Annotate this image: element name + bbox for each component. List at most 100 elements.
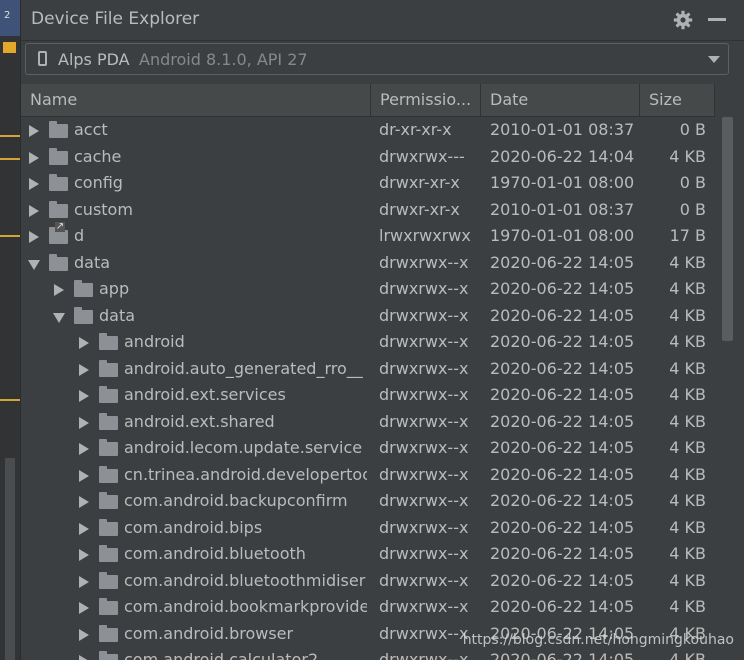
collapsed-arrow-icon[interactable] bbox=[79, 390, 89, 402]
table-row[interactable]: android drwxrwx--x 2020-06-22 14:05 4 KB bbox=[21, 329, 715, 356]
table-row[interactable]: data drwxrwx--x 2020-06-22 14:05 4 KB bbox=[21, 250, 715, 277]
collapsed-arrow-icon[interactable] bbox=[79, 549, 89, 561]
table-row[interactable]: android.ext.shared drwxrwx--x 2020-06-22 1… bbox=[21, 409, 715, 436]
file-size: 0 B bbox=[679, 199, 706, 219]
file-permissions: drwxrwx--x bbox=[379, 623, 469, 643]
file-date: 2020-06-22 14:05 bbox=[490, 650, 635, 660]
file-date: 1970-01-01 08:00 bbox=[490, 173, 635, 192]
column-header-size[interactable]: Size bbox=[640, 84, 715, 116]
table-row[interactable]: cache drwxrwx--- 2020-06-22 14:04 4 KB bbox=[21, 144, 715, 171]
file-name: android.auto_generated_rro__ bbox=[124, 358, 363, 378]
expanded-arrow-icon[interactable] bbox=[28, 259, 40, 270]
collapsed-arrow-icon[interactable] bbox=[79, 443, 89, 455]
table-row[interactable]: com.android.bips drwxrwx--x 2020-06-22 14:… bbox=[21, 515, 715, 542]
folder-icon bbox=[99, 518, 118, 536]
table-row[interactable]: com.android.backupconfirm drwxrwx--x 2020-… bbox=[21, 488, 715, 515]
folder-link-icon bbox=[49, 222, 68, 244]
file-permissions: drwxrwx--x bbox=[379, 438, 469, 457]
folder-icon bbox=[99, 439, 118, 456]
folder-icon bbox=[99, 333, 118, 350]
collapsed-arrow-icon[interactable] bbox=[29, 178, 39, 190]
gutter-scrollbar[interactable] bbox=[5, 458, 15, 660]
collapsed-arrow-icon[interactable] bbox=[79, 496, 89, 508]
file-name: android.lecom.update.service bbox=[124, 438, 363, 457]
file-size: 4 KB bbox=[669, 305, 706, 325]
column-header-date[interactable]: Date bbox=[481, 84, 640, 116]
file-date: 2020-06-22 14:05 bbox=[490, 597, 635, 616]
gutter-marker bbox=[0, 235, 20, 237]
file-date: 2020-06-22 14:05 bbox=[490, 517, 635, 537]
table-row[interactable]: com.android.calculator2 drwxrwx--x 2020-06… bbox=[21, 647, 715, 660]
table-row[interactable]: com.android.bookmarkprovide drwxrwx--x 202… bbox=[21, 594, 715, 621]
device-selector[interactable]: Alps PDA Android 8.1.0, API 27 bbox=[25, 43, 729, 75]
file-size: 4 KB bbox=[669, 570, 706, 590]
file-name: android.ext.services bbox=[124, 385, 286, 404]
collapsed-arrow-icon[interactable] bbox=[29, 151, 39, 164]
file-date: 2020-06-22 14:05 bbox=[490, 252, 635, 272]
collapsed-arrow-icon[interactable] bbox=[79, 363, 89, 376]
file-permissions: drwxrwx--x bbox=[379, 517, 469, 537]
file-size: 4 KB bbox=[669, 650, 706, 660]
folder-icon bbox=[99, 598, 118, 615]
collapsed-arrow-icon[interactable] bbox=[79, 602, 89, 614]
folder-icon bbox=[74, 306, 93, 324]
panel-title: Device File Explorer bbox=[31, 9, 200, 29]
file-permissions: dr-xr-xr-x bbox=[379, 120, 452, 139]
file-permissions: drwxrwx--- bbox=[379, 146, 465, 166]
gutter-marker-box bbox=[3, 42, 16, 53]
file-date: 2020-06-22 14:05 bbox=[490, 279, 635, 298]
collapsed-arrow-icon[interactable] bbox=[79, 337, 89, 349]
collapsed-arrow-icon[interactable] bbox=[79, 416, 89, 429]
file-size: 4 KB bbox=[669, 491, 706, 510]
file-name: android bbox=[124, 332, 185, 351]
collapsed-arrow-icon[interactable] bbox=[29, 204, 39, 217]
collapsed-arrow-icon[interactable] bbox=[79, 522, 89, 535]
file-name: com.android.calculator2 bbox=[124, 650, 319, 660]
table-row[interactable]: android.ext.services drwxrwx--x 2020-06-22… bbox=[21, 382, 715, 409]
table-row[interactable]: data drwxrwx--x 2020-06-22 14:05 4 KB bbox=[21, 303, 715, 330]
file-size: 17 B bbox=[669, 226, 706, 245]
folder-icon bbox=[99, 412, 118, 430]
collapsed-arrow-icon[interactable] bbox=[29, 231, 39, 243]
table-row[interactable]: com.android.bluetooth drwxrwx--x 2020-06-2… bbox=[21, 541, 715, 568]
folder-icon bbox=[49, 147, 68, 165]
collapsed-arrow-icon[interactable] bbox=[29, 125, 39, 137]
file-date: 2020-06-22 14:05 bbox=[490, 570, 635, 590]
column-header-permissions[interactable]: Permissio... bbox=[371, 84, 481, 116]
phone-icon bbox=[38, 51, 47, 66]
minimize-icon[interactable] bbox=[708, 18, 726, 21]
collapsed-arrow-icon[interactable] bbox=[54, 284, 64, 296]
chevron-down-icon[interactable] bbox=[708, 56, 720, 63]
folder-icon bbox=[49, 200, 68, 218]
table-row[interactable]: config drwxr-xr-x 1970-01-01 08:00 0 B bbox=[21, 170, 715, 197]
gear-icon[interactable] bbox=[673, 10, 693, 30]
file-name: android.ext.shared bbox=[124, 411, 275, 431]
table-row[interactable]: d lrwxrwxrwx 1970-01-01 08:00 17 B bbox=[21, 222, 715, 250]
collapsed-arrow-icon[interactable] bbox=[79, 575, 89, 588]
file-name: acct bbox=[74, 120, 108, 139]
table-row[interactable]: app drwxrwx--x 2020-06-22 14:05 4 KB bbox=[21, 276, 715, 303]
file-name: com.android.bluetoothmidiser bbox=[124, 570, 366, 590]
collapsed-arrow-icon[interactable] bbox=[79, 469, 89, 482]
folder-icon bbox=[99, 386, 118, 403]
table-row[interactable]: android.lecom.update.service drwxrwx--x 20… bbox=[21, 435, 715, 462]
column-header-name[interactable]: Name bbox=[21, 84, 371, 116]
file-permissions: drwxrwx--x bbox=[379, 544, 469, 563]
expanded-arrow-icon[interactable] bbox=[53, 312, 65, 323]
table-row[interactable]: acct dr-xr-xr-x 2010-01-01 08:37 0 B bbox=[21, 117, 715, 144]
table-row[interactable]: com.android.bluetoothmidiser drwxrwx--x 20… bbox=[21, 568, 715, 595]
file-name: com.android.bips bbox=[124, 517, 263, 537]
collapsed-arrow-icon[interactable] bbox=[79, 628, 89, 641]
file-size: 4 KB bbox=[669, 597, 706, 616]
file-permissions: drwxrwx--x bbox=[379, 305, 469, 325]
collapsed-arrow-icon[interactable] bbox=[79, 655, 89, 660]
table-row[interactable]: android.auto_generated_rro__ drwxrwx--x 20… bbox=[21, 356, 715, 383]
file-name: com.android.bluetooth bbox=[124, 544, 306, 563]
scrollbar-thumb[interactable] bbox=[722, 117, 733, 341]
file-size: 4 KB bbox=[669, 544, 706, 563]
file-date: 2020-06-22 14:05 bbox=[490, 305, 635, 325]
file-permissions: drwxrwx--x bbox=[379, 252, 469, 272]
table-row[interactable]: cn.trinea.android.developertoo drwxrwx--x… bbox=[21, 462, 715, 489]
folder-icon bbox=[99, 651, 118, 660]
table-row[interactable]: custom drwxr-xr-x 2010-01-01 08:37 0 B bbox=[21, 197, 715, 224]
